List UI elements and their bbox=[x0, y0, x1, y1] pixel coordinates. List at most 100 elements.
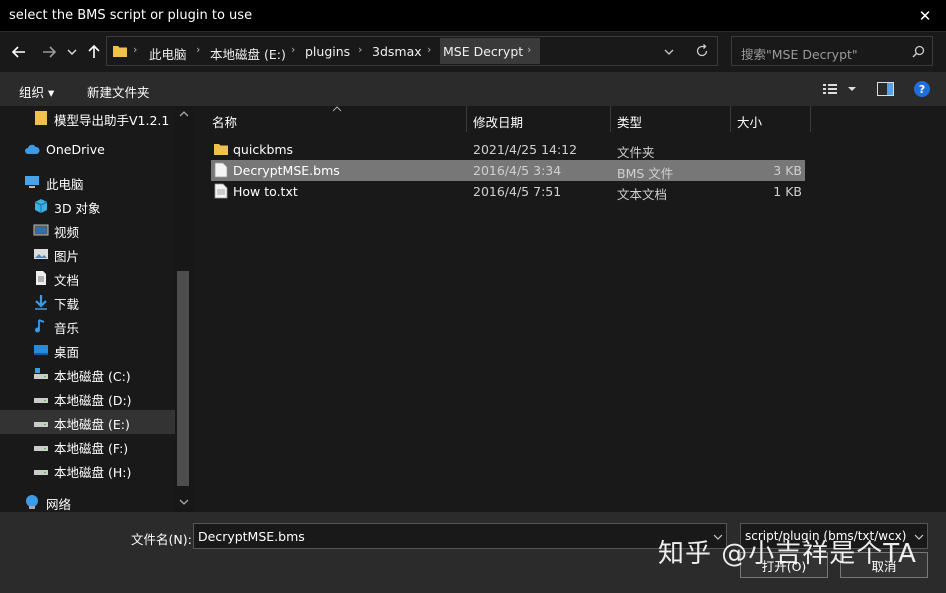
refresh-icon[interactable] bbox=[695, 44, 709, 58]
chevron-right-icon[interactable]: › bbox=[527, 43, 531, 56]
up-button[interactable] bbox=[83, 41, 105, 63]
file-date: 2016/4/5 3:34 bbox=[473, 163, 562, 178]
arrow-up-icon bbox=[88, 44, 100, 58]
sidebar-item-label: 此电脑 bbox=[46, 177, 84, 192]
file-type: 文本文档 bbox=[617, 187, 668, 202]
breadcrumb-plugins[interactable]: plugins bbox=[305, 44, 350, 59]
breadcrumb-this-pc[interactable]: 此电脑 bbox=[149, 44, 187, 63]
search-placeholder: 搜索"MSE Decrypt" bbox=[741, 47, 858, 62]
file-row-howto[interactable]: How to.txt 2016/4/5 7:51 文本文档 1 KB bbox=[211, 181, 805, 202]
arrow-right-icon bbox=[43, 46, 57, 58]
drive-icon bbox=[34, 446, 48, 451]
sidebar-item-videos[interactable]: 视频 bbox=[0, 218, 175, 242]
sidebar-item-documents[interactable]: 文档 bbox=[0, 266, 175, 290]
forward-button[interactable] bbox=[38, 41, 60, 63]
sidebar-item-drive-c[interactable]: 本地磁盘 (C:) bbox=[0, 362, 175, 386]
column-header-name[interactable]: 名称 bbox=[212, 112, 237, 131]
file-type: BMS 文件 bbox=[617, 166, 674, 181]
breadcrumb-mse-decrypt[interactable]: MSE Decrypt bbox=[443, 44, 523, 59]
file-name: DecryptMSE.bms bbox=[233, 163, 340, 178]
sidebar-item-3d-objects[interactable]: 3D 对象 bbox=[0, 194, 175, 218]
sidebar-item-label: 3D 对象 bbox=[54, 201, 101, 216]
sidebar-item-label: 下载 bbox=[54, 297, 80, 312]
sidebar-item-label: 本地磁盘 (F:) bbox=[54, 441, 129, 456]
file-row-decryptmse[interactable]: DecryptMSE.bms 2016/4/5 3:34 BMS 文件 3 KB bbox=[211, 160, 805, 181]
chevron-right-icon: › bbox=[133, 43, 138, 56]
organize-button[interactable]: 组织 ▾ bbox=[19, 82, 54, 101]
column-header-size[interactable]: 大小 bbox=[737, 112, 762, 131]
sidebar-item-label: 网络 bbox=[46, 497, 72, 512]
window-title: select the BMS script or plugin to use bbox=[9, 8, 253, 23]
video-icon bbox=[33, 224, 49, 236]
chevron-right-icon[interactable]: › bbox=[196, 43, 200, 56]
close-icon: ✕ bbox=[918, 7, 932, 25]
list-view-icon bbox=[823, 84, 856, 94]
sidebar-item-model-export[interactable]: 模型导出助手V1.2.1 bbox=[0, 106, 175, 130]
breadcrumb-3dsmax[interactable]: 3dsmax bbox=[372, 44, 422, 59]
help-icon: ? bbox=[914, 81, 930, 97]
file-name: How to.txt bbox=[233, 184, 298, 199]
column-header-date[interactable]: 修改日期 bbox=[473, 112, 523, 131]
sidebar-item-label: 视频 bbox=[54, 225, 80, 240]
sidebar-item-label: OneDrive bbox=[46, 142, 105, 157]
column-header-type[interactable]: 类型 bbox=[617, 112, 642, 131]
column-divider[interactable] bbox=[610, 106, 611, 132]
watermark-text: 知乎 @小吉祥是个TA bbox=[658, 539, 917, 569]
sidebar-item-drive-f[interactable]: 本地磁盘 (F:) bbox=[0, 434, 175, 458]
sidebar-item-label: 桌面 bbox=[54, 345, 80, 360]
chevron-right-icon[interactable]: › bbox=[291, 43, 295, 56]
new-folder-button[interactable]: 新建文件夹 bbox=[87, 82, 150, 101]
cube-icon bbox=[34, 199, 48, 213]
download-icon bbox=[35, 295, 47, 310]
search-input[interactable]: 搜索"MSE Decrypt" bbox=[731, 36, 933, 66]
title-bar: select the BMS script or plugin to use ✕ bbox=[0, 0, 946, 32]
sidebar-item-label: 音乐 bbox=[54, 321, 80, 336]
preview-pane-button[interactable] bbox=[877, 82, 894, 96]
column-divider[interactable] bbox=[466, 106, 467, 132]
filename-label: 文件名(N): bbox=[131, 532, 192, 547]
sidebar-item-drive-e[interactable]: 本地磁盘 (E:) bbox=[0, 410, 175, 434]
folder-icon bbox=[113, 46, 127, 57]
chevron-down-icon[interactable] bbox=[664, 47, 674, 57]
chevron-right-icon[interactable]: › bbox=[427, 43, 431, 56]
toolbar: 组织 ▾ 新建文件夹 ? bbox=[0, 72, 946, 106]
file-icon bbox=[214, 162, 228, 178]
sidebar-scrollbar-thumb[interactable] bbox=[177, 271, 189, 486]
column-divider[interactable] bbox=[730, 106, 731, 132]
file-name: quickbms bbox=[233, 142, 294, 157]
sidebar-item-drive-d[interactable]: 本地磁盘 (D:) bbox=[0, 386, 175, 410]
close-button[interactable]: ✕ bbox=[912, 4, 938, 28]
sidebar-item-desktop[interactable]: 桌面 bbox=[0, 338, 175, 362]
drive-icon bbox=[34, 398, 48, 403]
recent-locations-button[interactable] bbox=[64, 41, 80, 63]
sidebar-item-downloads[interactable]: 下载 bbox=[0, 290, 175, 314]
chevron-down-icon[interactable] bbox=[179, 498, 189, 506]
sidebar-item-pictures[interactable]: 图片 bbox=[0, 242, 175, 266]
breadcrumb-drive-e[interactable]: 本地磁盘 (E:) bbox=[210, 44, 286, 63]
sidebar-item-onedrive[interactable]: OneDrive bbox=[0, 138, 175, 162]
sidebar-item-label: 模型导出助手V1.2.1 bbox=[54, 113, 170, 128]
back-button[interactable] bbox=[8, 41, 30, 63]
file-date: 2016/4/5 7:51 bbox=[473, 184, 562, 199]
sidebar-item-label: 本地磁盘 (C:) bbox=[54, 369, 131, 384]
search-icon bbox=[912, 45, 925, 58]
address-bar[interactable]: › 此电脑 › 本地磁盘 (E:) › plugins › 3dsmax › M… bbox=[106, 36, 718, 66]
file-row-quickbms[interactable]: quickbms 2021/4/25 14:12 文件夹 bbox=[211, 139, 805, 160]
chevron-up-icon[interactable] bbox=[179, 110, 189, 118]
sidebar-item-drive-h[interactable]: 本地磁盘 (H:) bbox=[0, 458, 175, 482]
arrow-left-icon bbox=[11, 46, 25, 58]
file-size: 1 KB bbox=[773, 184, 802, 199]
file-date: 2021/4/25 14:12 bbox=[473, 142, 578, 157]
filename-input[interactable] bbox=[193, 523, 727, 549]
sidebar-item-label: 文档 bbox=[54, 273, 80, 288]
help-button[interactable]: ? bbox=[914, 81, 930, 97]
sidebar-item-this-pc[interactable]: 此电脑 bbox=[0, 170, 175, 194]
view-options-button[interactable] bbox=[822, 82, 858, 96]
folder-icon bbox=[214, 144, 228, 155]
chevron-right-icon[interactable]: › bbox=[358, 43, 362, 56]
sidebar-item-network[interactable]: 网络 bbox=[0, 490, 175, 514]
music-icon bbox=[35, 319, 45, 333]
column-divider[interactable] bbox=[810, 106, 811, 132]
cloud-icon bbox=[25, 144, 40, 154]
sidebar-item-music[interactable]: 音乐 bbox=[0, 314, 175, 338]
